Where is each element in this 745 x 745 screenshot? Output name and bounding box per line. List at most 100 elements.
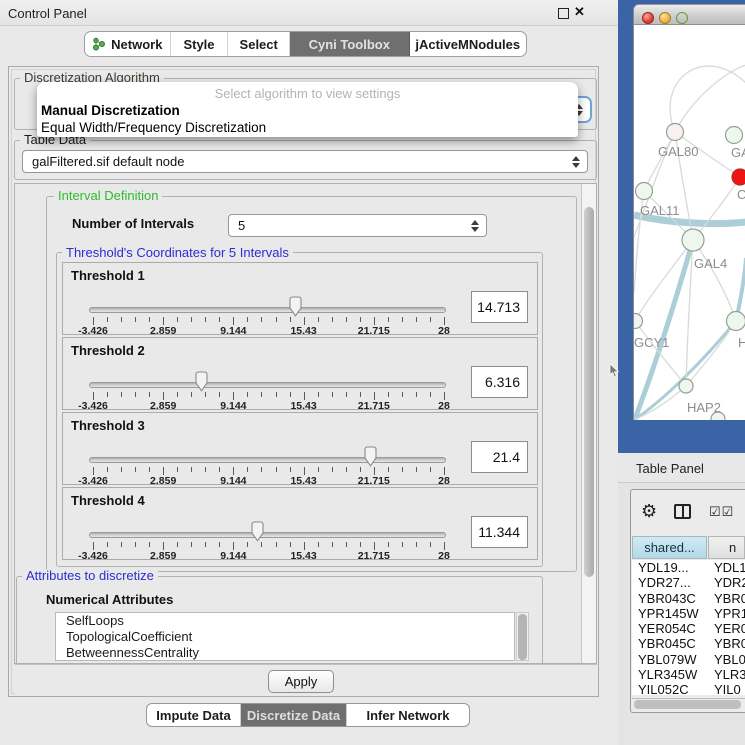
cell-shared-name[interactable]: YDL19...: [632, 560, 708, 575]
algorithm-option-equal-width[interactable]: Equal Width/Frequency Discretization: [41, 120, 266, 135]
network-node-gal11[interactable]: [636, 183, 653, 200]
minimize-traffic-light[interactable]: [659, 12, 671, 24]
table-row[interactable]: YDR27...YDR2: [632, 575, 745, 590]
tick-label: 2.859: [140, 475, 186, 487]
tick-mark: [388, 467, 389, 472]
zoom-traffic-light[interactable]: [676, 12, 688, 24]
cell-name[interactable]: YDR2: [708, 575, 745, 590]
cell-name[interactable]: YIL0: [708, 682, 745, 695]
table-row[interactable]: YPR145WYPR1: [632, 606, 745, 621]
network-canvas[interactable]: GAL80GACGAL11GAL4GCY1HHAP2: [634, 25, 745, 420]
tab-discretize-data[interactable]: Discretize Data: [241, 704, 347, 726]
tab-infer-network[interactable]: Infer Network: [347, 704, 469, 726]
cell-name[interactable]: YBL0: [708, 652, 745, 667]
threshold-4-slider-track[interactable]: [89, 532, 446, 538]
network-node-hap2[interactable]: [679, 379, 693, 393]
cell-name[interactable]: YPR1: [708, 606, 745, 621]
cell-shared-name[interactable]: YDR27...: [632, 575, 708, 590]
tick-mark: [247, 317, 248, 322]
threshold-2-slider-thumb[interactable]: [194, 371, 209, 392]
tab-select[interactable]: Select: [228, 32, 290, 56]
attribute-list-item[interactable]: TopologicalCoefficient: [56, 629, 514, 645]
network-node-label: GCY1: [634, 335, 669, 350]
threshold-2-slider-track[interactable]: [89, 382, 446, 388]
network-node-h[interactable]: [727, 312, 745, 331]
tick-label: 9.144: [210, 325, 256, 337]
network-node[interactable]: [711, 412, 725, 420]
settings-scrollbar-thumb[interactable]: [584, 207, 594, 577]
table-hscrollbar-thumb[interactable]: [634, 700, 741, 709]
cell-shared-name[interactable]: YBR043C: [632, 591, 708, 606]
tick-mark: [276, 317, 277, 322]
threshold-3-value-field[interactable]: [471, 441, 528, 473]
checkbox-icons[interactable]: ☑☑: [709, 504, 734, 520]
tab-style[interactable]: Style: [171, 32, 229, 56]
tab-cyni-toolbox[interactable]: Cyni Toolbox: [290, 32, 409, 56]
tick-mark: [290, 467, 291, 472]
tab-network[interactable]: Network: [85, 32, 171, 56]
attribute-list-item[interactable]: SelfLoops: [56, 613, 514, 629]
tick-mark: [149, 467, 150, 472]
threshold-2-value-field[interactable]: [471, 366, 528, 398]
cell-name[interactable]: YLR3: [708, 667, 745, 682]
tick-mark: [388, 542, 389, 547]
tick-mark: [276, 467, 277, 472]
attributes-scrollbar-thumb[interactable]: [518, 614, 527, 660]
network-node-gcy1[interactable]: [634, 314, 643, 329]
cell-name[interactable]: YDL1: [708, 560, 745, 575]
float-window-icon[interactable]: [558, 8, 569, 19]
threshold-1-slider-thumb[interactable]: [288, 296, 303, 317]
threshold-1-slider-track[interactable]: [89, 307, 446, 313]
tick-mark: [121, 467, 122, 472]
table-row[interactable]: YBR043CYBR0: [632, 591, 745, 606]
apply-button[interactable]: Apply: [268, 670, 334, 693]
cell-shared-name[interactable]: YLR345W: [632, 667, 708, 682]
network-node-gal4[interactable]: [682, 229, 704, 251]
threshold-4-slider-thumb[interactable]: [250, 521, 265, 542]
tick-mark: [247, 542, 248, 547]
cell-shared-name[interactable]: YER054C: [632, 621, 708, 636]
table-row[interactable]: YLR345WYLR3: [632, 667, 745, 682]
network-node-c[interactable]: [732, 169, 745, 185]
column-layout-icon[interactable]: [674, 504, 691, 519]
numerical-attributes-heading: Numerical Attributes: [46, 592, 173, 607]
table-row[interactable]: YER054CYER0: [632, 621, 745, 636]
cell-shared-name[interactable]: YBR045C: [632, 636, 708, 651]
number-of-intervals-label: Number of Intervals: [72, 216, 194, 231]
threshold-3-slider-track[interactable]: [89, 457, 446, 463]
column-header-name[interactable]: n: [708, 536, 745, 559]
threshold-3-slider-thumb[interactable]: [363, 446, 378, 467]
cell-shared-name[interactable]: YIL052C: [632, 682, 708, 695]
cell-name[interactable]: YBR0: [708, 591, 745, 606]
cell-name[interactable]: YER0: [708, 621, 745, 636]
tab-jactivemnodules[interactable]: jActiveMNodules: [410, 32, 526, 56]
threshold-4-value-field[interactable]: [471, 516, 528, 548]
network-node-ga[interactable]: [726, 127, 743, 144]
gear-icon[interactable]: ⚙: [641, 501, 657, 522]
tick-mark: [149, 392, 150, 397]
number-of-intervals-combobox[interactable]: 5: [228, 214, 487, 237]
network-window-titlebar[interactable]: [634, 5, 745, 25]
close-traffic-light[interactable]: [642, 12, 654, 24]
threshold-1-value-field[interactable]: [471, 291, 528, 323]
column-header-shared-name[interactable]: shared...: [632, 536, 707, 559]
cell-shared-name[interactable]: YBL079W: [632, 652, 708, 667]
table-row[interactable]: YDL19...YDL1: [632, 560, 745, 575]
table-data-combobox[interactable]: galFiltered.sif default node: [22, 150, 588, 173]
table-row[interactable]: YBL079WYBL0: [632, 652, 745, 667]
tick-mark: [247, 467, 248, 472]
algorithm-option-manual[interactable]: Manual Discretization: [41, 103, 180, 118]
cell-shared-name[interactable]: YPR145W: [632, 606, 708, 621]
screen: Control Panel ✕ Network Style Select Cyn…: [0, 0, 745, 745]
tick-mark: [205, 542, 206, 547]
cell-name[interactable]: YBR0: [708, 636, 745, 651]
table-row[interactable]: YIL052CYIL0: [632, 682, 745, 695]
network-node-gal80[interactable]: [667, 124, 684, 141]
close-icon[interactable]: ✕: [574, 4, 585, 20]
tab-impute-data[interactable]: Impute Data: [147, 704, 241, 726]
tick-label: 15.43: [281, 550, 327, 562]
table-data-selected-value: galFiltered.sif default node: [32, 154, 184, 169]
attributes-group-title: Attributes to discretize: [22, 569, 158, 583]
attribute-list-item[interactable]: BetweennessCentrality: [56, 645, 514, 661]
table-row[interactable]: YBR045CYBR0: [632, 636, 745, 651]
